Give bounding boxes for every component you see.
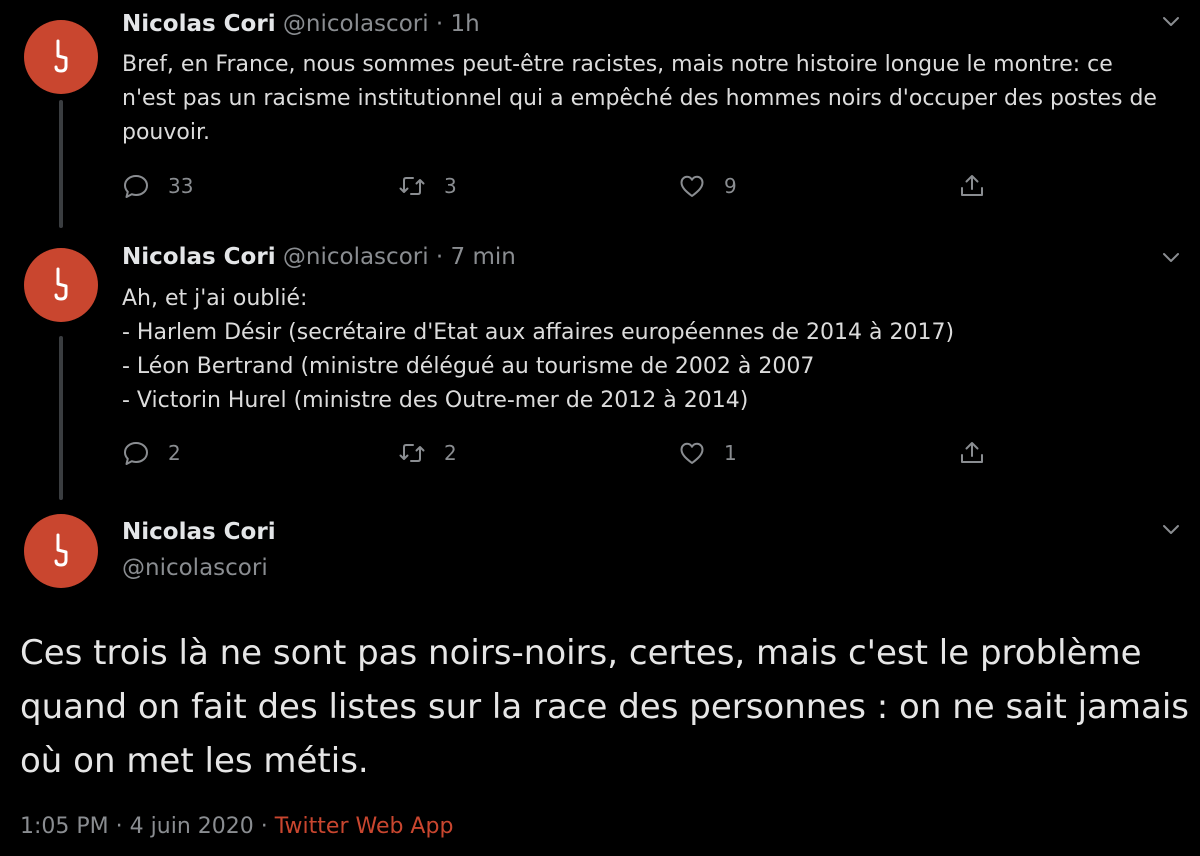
separator: ·	[115, 814, 123, 839]
heart-icon	[680, 442, 704, 464]
separator: ·	[260, 814, 268, 839]
tweet-time[interactable]: 1h	[451, 11, 480, 37]
logo-avatar-icon	[54, 267, 68, 301]
tweet-time[interactable]: 7 min	[451, 244, 516, 270]
chevron-down-icon	[1163, 525, 1179, 534]
main-tweet-text: Ces trois là ne sont pas noirs-noirs, ce…	[20, 633, 1189, 781]
share-button[interactable]	[958, 436, 986, 470]
heart-icon	[680, 175, 704, 197]
thread-line	[59, 100, 63, 228]
logo-avatar-icon	[54, 533, 68, 567]
tweet-thread: Nicolas Cori @nicolascori · 1h Bref, en …	[0, 0, 1200, 856]
retweet-icon	[399, 177, 425, 195]
share-button[interactable]	[958, 169, 986, 203]
retweet-count: 2	[444, 441, 457, 465]
avatar[interactable]	[24, 20, 98, 94]
avatar[interactable]	[24, 248, 98, 322]
reply-button[interactable]: 2	[122, 436, 181, 470]
reply-count: 2	[168, 441, 181, 465]
like-count: 1	[724, 441, 737, 465]
logo-avatar-icon	[54, 39, 68, 73]
author-name[interactable]: Nicolas Cori	[122, 244, 276, 270]
tweet-header: Nicolas Cori @nicolascori · 1h	[122, 9, 480, 39]
retweet-count: 3	[444, 174, 457, 198]
share-icon	[961, 175, 983, 196]
separator: ·	[435, 11, 444, 37]
separator: ·	[435, 244, 444, 270]
share-icon	[961, 442, 983, 463]
like-count: 9	[724, 174, 737, 198]
tweet-text: Bref, en France, nous sommes peut-être r…	[122, 52, 1157, 145]
like-button[interactable]: 1	[678, 436, 737, 470]
chevron-down-icon	[1163, 17, 1179, 26]
tweet-date[interactable]: 4 juin 2020	[130, 814, 254, 839]
author-handle[interactable]: @nicolascori	[122, 551, 268, 585]
reply-button[interactable]: 33	[122, 169, 193, 203]
tweet-header: Nicolas Cori @nicolascori · 7 min	[122, 242, 516, 272]
tweet-actions: 33 3 9	[122, 169, 1022, 203]
chevron-down-icon	[1163, 253, 1179, 262]
more-options-button[interactable]	[1160, 10, 1182, 32]
tweet-time[interactable]: 1:05 PM	[20, 814, 109, 839]
reply-icon	[124, 175, 148, 198]
source-app-link[interactable]: Twitter Web App	[275, 814, 454, 839]
author-handle[interactable]: @nicolascori	[283, 11, 429, 37]
thread-line	[59, 336, 63, 500]
like-button[interactable]: 9	[678, 169, 737, 203]
author-name[interactable]: Nicolas Cori	[122, 514, 276, 550]
author-handle[interactable]: @nicolascori	[283, 244, 429, 270]
retweet-button[interactable]: 2	[398, 436, 457, 470]
retweet-icon	[399, 444, 425, 462]
more-options-button[interactable]	[1160, 518, 1182, 540]
tweet-actions: 2 2 1	[122, 436, 1022, 470]
more-options-button[interactable]	[1160, 246, 1182, 268]
avatar[interactable]	[24, 514, 98, 588]
tweet-text: Ah, et j'ai oublié: - Harlem Désir (secr…	[122, 286, 955, 413]
reply-icon	[124, 442, 148, 465]
retweet-button[interactable]: 3	[398, 169, 457, 203]
author-name[interactable]: Nicolas Cori	[122, 11, 276, 37]
tweet-footer: 1:05 PM · 4 juin 2020 · Twitter Web App	[20, 810, 453, 844]
reply-count: 33	[168, 174, 194, 198]
